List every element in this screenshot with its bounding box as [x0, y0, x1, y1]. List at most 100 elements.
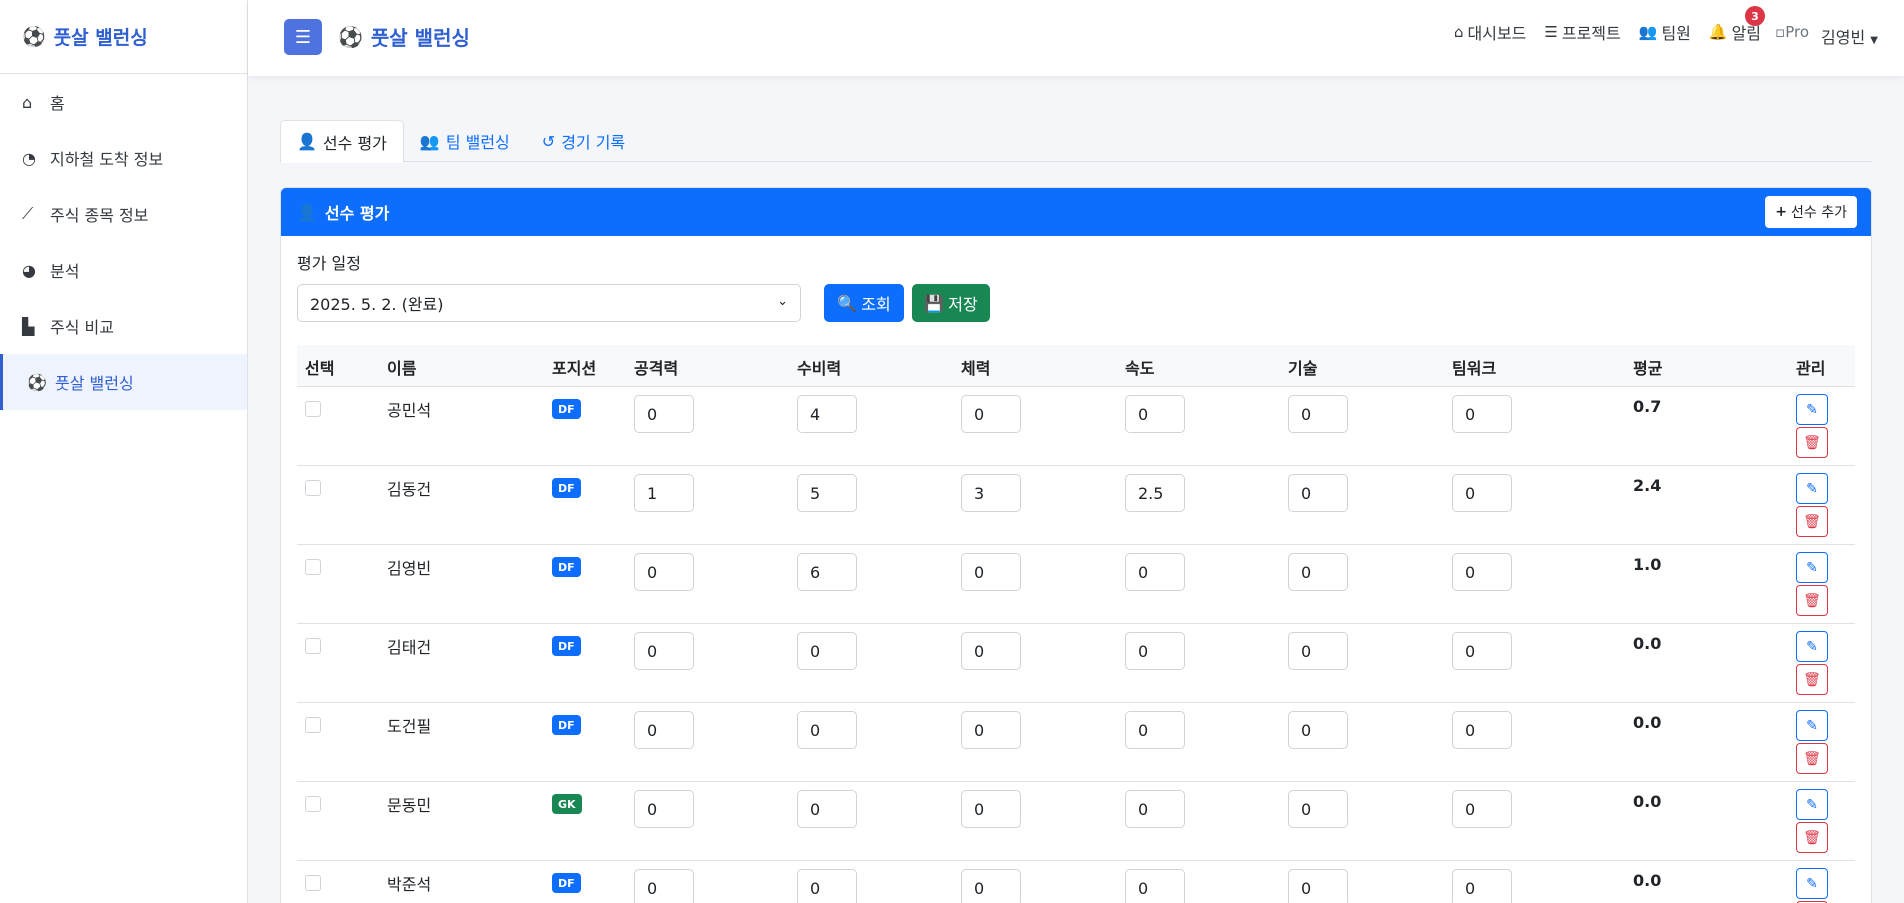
sidebar-item-subway[interactable]: ◔ 지하철 도착 정보: [0, 130, 247, 186]
attack-input[interactable]: 1: [634, 474, 694, 512]
attack-input[interactable]: 0: [634, 711, 694, 749]
edit-icon: ✎: [1806, 796, 1818, 813]
defense-input[interactable]: 4: [797, 395, 857, 433]
nav-alarm-link[interactable]: 🔔 알림 3: [1709, 6, 1765, 44]
speed-input[interactable]: 0: [1125, 869, 1185, 903]
col-position: 포지션: [552, 359, 597, 378]
delete-button[interactable]: 🗑: [1796, 585, 1828, 616]
defense-input[interactable]: 0: [797, 869, 857, 903]
attack-input[interactable]: 0: [634, 553, 694, 591]
teamwork-input[interactable]: 0: [1452, 632, 1512, 670]
menu-toggle-button[interactable]: ☰: [284, 19, 322, 55]
stamina-input[interactable]: 3: [961, 474, 1021, 512]
nav-team-link[interactable]: 👥 팀원: [1639, 20, 1691, 44]
position-badge: DF: [552, 873, 581, 893]
skill-input[interactable]: 0: [1288, 395, 1348, 433]
stamina-input[interactable]: 0: [961, 553, 1021, 591]
row-select-checkbox[interactable]: [305, 796, 321, 812]
edit-button[interactable]: ✎: [1796, 552, 1828, 583]
home-icon: ⌂: [1453, 23, 1464, 41]
stamina-input[interactable]: 0: [961, 632, 1021, 670]
nav-dashboard-link[interactable]: ⌂ 대시보드: [1454, 20, 1526, 44]
delete-button[interactable]: 🗑: [1796, 664, 1828, 695]
user-menu[interactable]: 김영빈 ▼: [1821, 24, 1878, 48]
speed-input[interactable]: 0: [1125, 711, 1185, 749]
tab-player-eval[interactable]: 👤 선수 평가: [280, 120, 404, 163]
avatar-alt: Pro: [1785, 23, 1809, 41]
delete-button[interactable]: 🗑: [1796, 822, 1828, 853]
gauge-icon: ◔: [22, 148, 36, 168]
speed-input[interactable]: 0: [1125, 395, 1185, 433]
defense-input[interactable]: 5: [797, 474, 857, 512]
teamwork-input[interactable]: 0: [1452, 790, 1512, 828]
teamwork-input[interactable]: 0: [1452, 711, 1512, 749]
teamwork-input[interactable]: 0: [1452, 474, 1512, 512]
edit-button[interactable]: ✎: [1796, 394, 1828, 425]
skill-input[interactable]: 0: [1288, 474, 1348, 512]
row-select-checkbox[interactable]: [305, 401, 321, 417]
stamina-input[interactable]: 0: [961, 869, 1021, 903]
stamina-input[interactable]: 0: [961, 395, 1021, 433]
speed-input[interactable]: 2.5: [1125, 474, 1185, 512]
sidebar-item-analysis[interactable]: ◕ 분석: [0, 242, 247, 298]
sidebar-brand[interactable]: ⚽ 풋살 밸런싱: [0, 0, 247, 74]
average-value: 0.0: [1633, 871, 1662, 890]
skill-input[interactable]: 0: [1288, 711, 1348, 749]
attack-input[interactable]: 0: [634, 395, 694, 433]
row-select-checkbox[interactable]: [305, 559, 321, 575]
defense-input[interactable]: 0: [797, 790, 857, 828]
sidebar-item-label: 지하철 도착 정보: [50, 150, 164, 169]
defense-input[interactable]: 0: [797, 711, 857, 749]
avatar[interactable]: ▫Pro: [1775, 23, 1819, 41]
speed-input[interactable]: 0: [1125, 790, 1185, 828]
edit-button[interactable]: ✎: [1796, 868, 1828, 899]
sidebar-item-stock-info[interactable]: ⟋ 주식 종목 정보: [0, 186, 247, 242]
defense-input[interactable]: 6: [797, 553, 857, 591]
speed-input[interactable]: 0: [1125, 553, 1185, 591]
row-select-checkbox[interactable]: [305, 875, 321, 891]
skill-input[interactable]: 0: [1288, 790, 1348, 828]
schedule-select[interactable]: 2025. 5. 2. (완료) ⌄: [297, 284, 801, 322]
row-select-checkbox[interactable]: [305, 480, 321, 496]
edit-button[interactable]: ✎: [1796, 710, 1828, 741]
defense-input[interactable]: 0: [797, 632, 857, 670]
edit-button[interactable]: ✎: [1796, 789, 1828, 820]
skill-input[interactable]: 0: [1288, 869, 1348, 903]
player-name: 김영빈: [387, 559, 432, 578]
row-select-checkbox[interactable]: [305, 638, 321, 654]
sidebar-item-home[interactable]: ⌂ 홈: [0, 74, 247, 130]
card-header: 👤 선수 평가 + 선수 추가: [281, 188, 1871, 236]
edit-button[interactable]: ✎: [1796, 473, 1828, 504]
sidebar-item-stock-compare[interactable]: ▙ 주식 비교: [0, 298, 247, 354]
delete-button[interactable]: 🗑: [1796, 506, 1828, 537]
speed-input[interactable]: 0: [1125, 632, 1185, 670]
stamina-input[interactable]: 0: [961, 790, 1021, 828]
sidebar-item-futsal[interactable]: ⚽ 풋살 밸런싱: [0, 354, 247, 410]
alarm-count-badge: 3: [1744, 6, 1765, 26]
broken-image-icon: ▫: [1775, 23, 1786, 41]
col-skill: 기술: [1288, 359, 1318, 378]
skill-input[interactable]: 0: [1288, 553, 1348, 591]
nav-projects-link[interactable]: ☰ 프로젝트: [1544, 20, 1620, 44]
row-select-checkbox[interactable]: [305, 717, 321, 733]
skill-input[interactable]: 0: [1288, 632, 1348, 670]
nav-team-label: 팀원: [1661, 24, 1691, 43]
attack-input[interactable]: 0: [634, 632, 694, 670]
delete-button[interactable]: 🗑: [1796, 743, 1828, 774]
player-name: 공민석: [387, 401, 432, 420]
attack-input[interactable]: 0: [634, 790, 694, 828]
save-button[interactable]: 💾 저장: [912, 284, 990, 322]
teamwork-input[interactable]: 0: [1452, 869, 1512, 903]
tab-team-balancing[interactable]: 👥 팀 밸런싱: [404, 120, 526, 162]
delete-button[interactable]: 🗑: [1796, 427, 1828, 458]
search-button[interactable]: 🔍 조회: [824, 284, 904, 322]
user-check-icon: 👤: [297, 132, 317, 151]
users-icon: 👥: [1638, 23, 1658, 41]
edit-button[interactable]: ✎: [1796, 631, 1828, 662]
stamina-input[interactable]: 0: [961, 711, 1021, 749]
teamwork-input[interactable]: 0: [1452, 553, 1512, 591]
teamwork-input[interactable]: 0: [1452, 395, 1512, 433]
tab-match-history[interactable]: ↺ 경기 기록: [526, 120, 641, 162]
add-player-button[interactable]: + 선수 추가: [1765, 196, 1857, 228]
attack-input[interactable]: 0: [634, 869, 694, 903]
